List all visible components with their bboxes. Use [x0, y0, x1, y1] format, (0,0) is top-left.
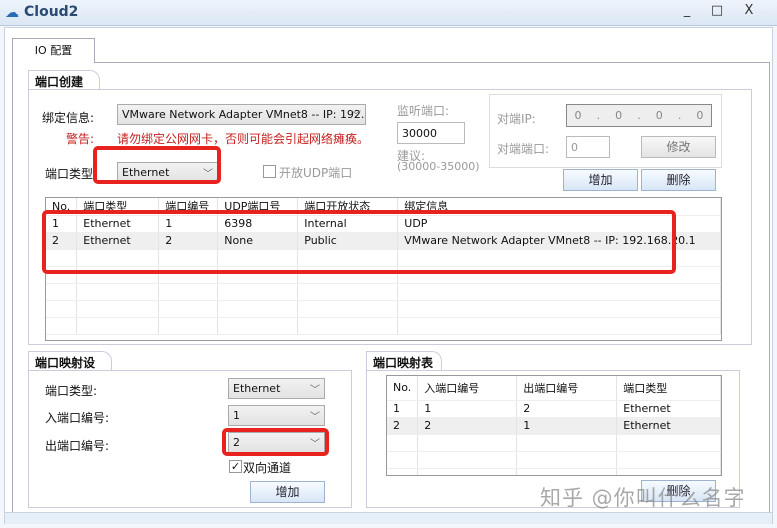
remote-port-input[interactable]: 0: [566, 136, 610, 158]
empty-row: [46, 283, 721, 301]
ip-octet: 0: [615, 109, 623, 122]
modify-button[interactable]: 修改: [641, 136, 716, 158]
cell: 1: [387, 400, 419, 418]
bind-label: 绑定信息:: [42, 111, 95, 125]
map-type-value: Ethernet: [233, 382, 281, 395]
chevron-down-icon: ﹀: [310, 385, 320, 396]
column-header[interactable]: 出端口编号: [516, 376, 618, 401]
group-title-create: 端口创建: [28, 70, 100, 90]
status-strip: [5, 512, 772, 524]
map-type-label: 端口类型:: [45, 384, 98, 398]
listen-port-input[interactable]: 30000: [397, 122, 465, 144]
mapping-table: No. 入端口编号 出端口编号 端口类型 1 1 2 Ethernet 2 2 1 Ethe…: [386, 375, 722, 476]
table-row[interactable]: 2 2 1 Ethernet: [387, 417, 721, 435]
maximize-button[interactable]: □: [702, 1, 732, 21]
minimize-button[interactable]: _: [672, 1, 702, 21]
column-header[interactable]: No.: [387, 376, 419, 401]
cell: Ethernet: [616, 400, 721, 418]
cell: Ethernet: [616, 417, 721, 435]
remote-ip-label: 对端IP:: [497, 112, 536, 126]
udp-checkbox-label: 开放UDP端口: [279, 166, 353, 180]
add-mapping-button[interactable]: 增加: [250, 481, 325, 503]
port-type-label: 端口类型:: [45, 167, 98, 181]
chevron-down-icon: ﹀: [351, 111, 361, 122]
empty-row: [387, 434, 721, 452]
cell: 1: [417, 400, 518, 418]
group-title-mapping: 端口映射设置: [28, 351, 112, 387]
highlight-box: [93, 146, 221, 184]
tab-io-config[interactable]: IO 配置: [12, 38, 95, 63]
title-bar: ☁ Cloud2 _ □ X: [0, 0, 777, 26]
ip-octet: 0: [655, 109, 663, 122]
in-port-label: 入端口编号:: [45, 411, 110, 425]
bind-select[interactable]: VMware Network Adapter VMnet8 -- IP: 192…: [117, 104, 366, 125]
group-title-map-table: 端口映射表: [366, 351, 442, 371]
in-port-select[interactable]: 1 ﹀: [228, 405, 325, 426]
out-port-label: 出端口编号:: [45, 439, 110, 453]
highlight-box: [222, 428, 329, 456]
cell: 2: [417, 417, 518, 435]
add-port-button[interactable]: 增加: [563, 169, 638, 191]
bind-value: VMware Network Adapter VMnet8 -- IP: 192…: [122, 108, 366, 121]
chevron-down-icon: ﹀: [310, 412, 320, 423]
map-type-select[interactable]: Ethernet ﹀: [228, 378, 325, 399]
highlight-box: [42, 210, 676, 274]
remote-port-label: 对端端口:: [497, 142, 550, 156]
suggest-range: (30000-35000): [397, 160, 480, 173]
window-title: Cloud2: [24, 4, 79, 20]
cloud-icon: ☁: [5, 5, 19, 21]
column-header[interactable]: 入端口编号: [417, 376, 518, 401]
empty-row: [387, 468, 721, 475]
in-port-value: 1: [233, 409, 240, 422]
cell: 1: [516, 417, 618, 435]
ip-octet: 0: [574, 109, 582, 122]
udp-checkbox[interactable]: [263, 165, 276, 178]
watermark: 知乎 @你叫什么名字: [540, 486, 746, 510]
empty-row: [46, 300, 721, 318]
remote-ip-input[interactable]: 0.0.0.0: [566, 104, 712, 127]
bidirectional-checkbox[interactable]: ✓: [229, 460, 242, 473]
ip-octet: 0: [696, 109, 704, 122]
empty-row: [46, 317, 721, 335]
close-button[interactable]: X: [734, 1, 764, 21]
cell: 2: [387, 417, 419, 435]
bidirectional-label: 双向通道: [243, 461, 292, 475]
table-header: No. 入端口编号 出端口编号 端口类型: [387, 376, 721, 401]
delete-port-button[interactable]: 删除: [641, 169, 716, 191]
warning-label: 警告:: [66, 132, 95, 146]
empty-row: [387, 451, 721, 469]
warning-text: 请勿绑定公网网卡，否则可能会引起网络瘫痪。: [117, 132, 370, 146]
table-row[interactable]: 1 1 2 Ethernet: [387, 400, 721, 418]
listen-port-label: 监听端口:: [397, 104, 450, 118]
column-header[interactable]: 端口类型: [616, 376, 721, 401]
cell: 2: [516, 400, 618, 418]
